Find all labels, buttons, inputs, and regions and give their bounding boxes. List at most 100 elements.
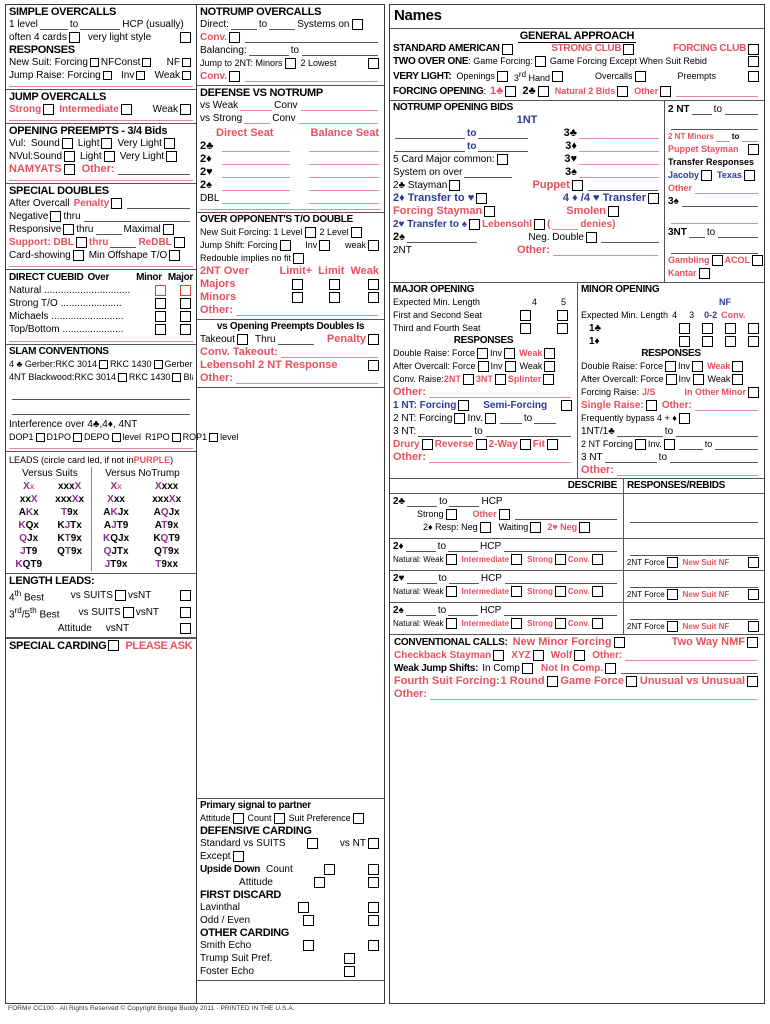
mi-ao-weak-checkbox[interactable] <box>732 374 744 385</box>
ga-two-club-checkbox[interactable] <box>537 86 549 97</box>
mi-1c-02-checkbox[interactable] <box>725 323 736 334</box>
dc-michaels-major-checkbox[interactable] <box>180 311 191 322</box>
nto-2lowest-checkbox[interactable] <box>368 58 379 69</box>
nto-conv-checkbox[interactable] <box>229 32 241 43</box>
sd-redbl-checkbox[interactable] <box>173 237 185 248</box>
tc-waiting-checkbox[interactable] <box>530 522 542 533</box>
mi-1c-3-checkbox[interactable] <box>702 323 713 334</box>
ntr-jacoby-checkbox[interactable] <box>701 170 713 181</box>
mi-2nt-inv-checkbox[interactable] <box>663 439 675 450</box>
mi-bypass-checkbox[interactable] <box>678 413 690 424</box>
ll-35-nt-checkbox[interactable] <box>180 607 192 619</box>
dc-ud-att-suits-checkbox[interactable] <box>313 877 325 888</box>
ntr-texas-checkbox[interactable] <box>743 170 755 181</box>
sc-dop1-checkbox[interactable] <box>35 433 45 442</box>
oc-trump-checkbox[interactable] <box>344 953 355 964</box>
nt-neg-double-checkbox[interactable] <box>586 232 597 243</box>
mi-single-raise-checkbox[interactable] <box>645 400 657 411</box>
tc-2h-neg-checkbox[interactable] <box>579 522 591 533</box>
ts-strong-checkbox[interactable] <box>554 618 566 629</box>
oo-2level-checkbox[interactable] <box>350 227 362 238</box>
th-new-suit-nf-checkbox[interactable] <box>748 589 759 600</box>
tc-strong-checkbox[interactable] <box>445 509 457 520</box>
sd-min-offshape-checkbox[interactable] <box>169 250 181 261</box>
jo-strong-checkbox[interactable] <box>43 104 55 115</box>
ts-weak-checkbox[interactable] <box>445 618 457 629</box>
td-intermediate-checkbox[interactable] <box>511 554 523 565</box>
mo-fit-checkbox[interactable] <box>546 439 558 450</box>
nt-transfer-h-checkbox[interactable] <box>476 193 488 204</box>
dc-topbottom-major-checkbox[interactable] <box>180 324 191 335</box>
th-strong-checkbox[interactable] <box>554 586 566 597</box>
dc-except-checkbox[interactable] <box>232 851 244 862</box>
mo-dr-weak-checkbox[interactable] <box>544 348 556 359</box>
mo-ao-force-checkbox[interactable] <box>477 361 489 372</box>
nt-puppet-checkbox[interactable] <box>571 180 583 191</box>
nt-transfer-s-checkbox[interactable] <box>469 219 481 230</box>
nto-systems-on-checkbox[interactable] <box>351 19 363 30</box>
ts-conv-checkbox[interactable] <box>591 618 603 629</box>
sd-penalty-checkbox[interactable] <box>111 198 123 209</box>
so-weak-checkbox[interactable] <box>182 71 191 80</box>
mi-in-other-minor-checkbox[interactable] <box>748 387 759 398</box>
mi-dr-weak-checkbox[interactable] <box>732 361 744 372</box>
ga-gf-except-checkbox[interactable] <box>748 56 759 67</box>
mi-2nt-forcing-checkbox[interactable] <box>634 439 646 450</box>
sc-gerber-rkc3014-checkbox[interactable] <box>98 360 108 369</box>
cc-two-way-nmf-checkbox[interactable] <box>747 637 758 648</box>
dc-standard-suits-checkbox[interactable] <box>307 838 319 849</box>
mo-ao-weak-checkbox[interactable] <box>544 361 556 372</box>
sd-maximal-checkbox[interactable] <box>162 224 174 235</box>
dc-topbottom-minor-checkbox[interactable] <box>155 324 166 335</box>
ga-strong-club-checkbox[interactable] <box>623 43 635 55</box>
op-vul-sound-checkbox[interactable] <box>61 138 73 149</box>
mo-ao-inv-checkbox[interactable] <box>504 361 516 372</box>
oo-redouble-checkbox[interactable] <box>293 253 305 264</box>
th-conv-checkbox[interactable] <box>591 586 603 597</box>
so-often4-checkbox[interactable] <box>68 32 80 43</box>
so-verylight-checkbox[interactable] <box>180 32 191 43</box>
mi-ao-force-checkbox[interactable] <box>665 374 677 385</box>
op-namyats-checkbox[interactable] <box>63 164 75 175</box>
mo-first-second-5-checkbox[interactable] <box>557 310 568 321</box>
oc-smith-suits-checkbox[interactable] <box>303 940 315 951</box>
ll-4th-nt-checkbox[interactable] <box>180 590 192 602</box>
cc-in-comp-checkbox[interactable] <box>521 663 533 674</box>
tc-other-checkbox[interactable] <box>498 509 510 520</box>
oo-weak-checkbox[interactable] <box>368 240 379 251</box>
dc-strongto-major-checkbox[interactable] <box>180 298 191 309</box>
mo-dr-force-checkbox[interactable] <box>477 348 489 359</box>
mi-dr-inv-checkbox[interactable] <box>692 361 704 372</box>
oo-majors-limit-checkbox[interactable] <box>329 279 340 290</box>
oo-1level-checkbox[interactable] <box>304 227 316 238</box>
ga-preempts-checkbox[interactable] <box>748 71 760 82</box>
nto-jump2nt-minors-checkbox[interactable] <box>284 58 296 69</box>
ga-other-checkbox[interactable] <box>660 86 672 97</box>
dc-michaels-minor-checkbox[interactable] <box>155 311 166 322</box>
mo-2nt-inv-checkbox[interactable] <box>484 413 496 424</box>
so-inv-checkbox[interactable] <box>136 71 146 80</box>
dc-ud-att-nt-checkbox[interactable] <box>368 877 380 888</box>
mo-cr-2nt-checkbox[interactable] <box>462 374 474 385</box>
fd-lavinthal-nt-checkbox[interactable] <box>368 902 379 913</box>
td-strong-checkbox[interactable] <box>554 554 566 565</box>
ntr-acol-checkbox[interactable] <box>752 255 764 266</box>
dc-standard-nt-checkbox[interactable] <box>368 838 380 849</box>
oo-jumpshift-forcing-checkbox[interactable] <box>279 240 291 251</box>
cc-one-round-checkbox[interactable] <box>546 676 558 687</box>
ntr-gambling-checkbox[interactable] <box>711 255 723 266</box>
tc-resp-neg-checkbox[interactable] <box>479 522 491 533</box>
mi-1d-conv-checkbox[interactable] <box>748 336 759 347</box>
sc-bw-rkc1430-checkbox[interactable] <box>172 373 182 382</box>
oc-foster-checkbox[interactable] <box>344 966 355 977</box>
th-weak-checkbox[interactable] <box>445 586 457 597</box>
ll-35-suits-checkbox[interactable] <box>122 607 134 619</box>
mo-dr-inv-checkbox[interactable] <box>504 348 516 359</box>
oo-inv-checkbox[interactable] <box>319 240 331 251</box>
sd-support-dbl-checkbox[interactable] <box>76 237 87 248</box>
td-2nt-force-checkbox[interactable] <box>666 557 678 568</box>
ts-new-suit-nf-checkbox[interactable] <box>748 621 759 632</box>
nto-conv2-checkbox[interactable] <box>229 71 241 82</box>
special-carding-checkbox[interactable] <box>108 640 120 652</box>
mo-reverse-checkbox[interactable] <box>475 439 487 450</box>
